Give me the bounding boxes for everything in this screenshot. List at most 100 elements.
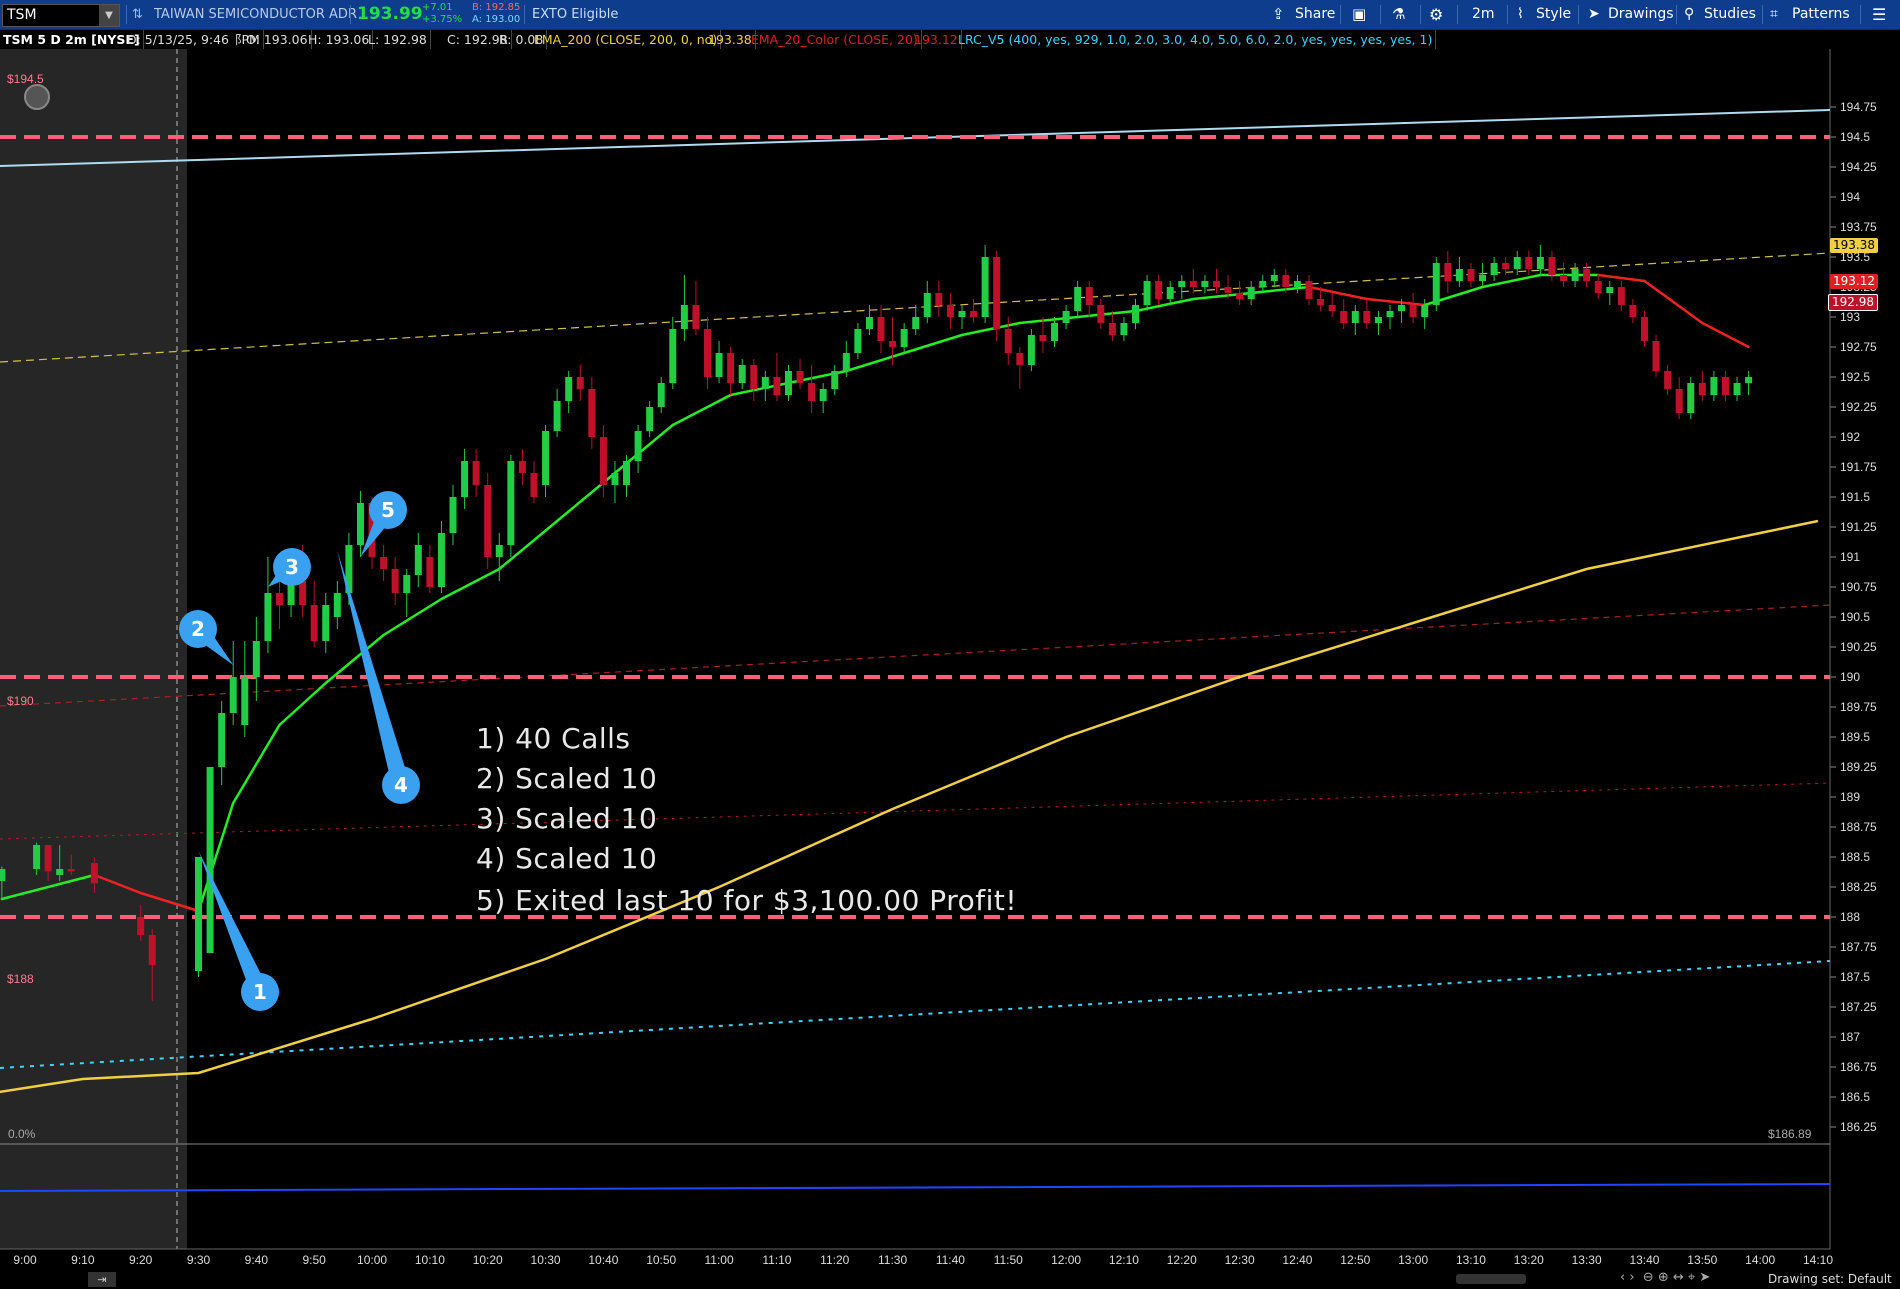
time-tick-label: 9:20 (129, 1253, 153, 1267)
candle-body (1560, 275, 1568, 281)
candle-body (588, 389, 596, 437)
exto-badge[interactable]: EXTO Eligible (532, 0, 618, 29)
gear-icon[interactable]: ⚙ (1429, 0, 1443, 29)
candle-body (391, 569, 399, 593)
candle-body (1178, 281, 1186, 287)
candle-body (796, 371, 804, 383)
horizontal-scrollbar[interactable] (1456, 1274, 1526, 1284)
candle-body (958, 311, 966, 317)
toolbar-divider (1507, 5, 1508, 24)
candle-body (195, 857, 203, 971)
bottom-bar: ⇥ ‹ › ⊖ ⊕ ↔ ⌖ ➤ Drawing set: Default (0, 1270, 1900, 1289)
candle-body (1120, 323, 1128, 335)
patterns-icon[interactable]: ⌗ (1770, 0, 1778, 29)
candle-body (599, 437, 607, 485)
candle-body (865, 317, 873, 329)
candle-body (1282, 275, 1290, 287)
price-tick-label: 188.25 (1840, 880, 1877, 894)
ema20-study[interactable]: EMA_20_Color (CLOSE, 20) (748, 30, 922, 49)
candle-body (299, 581, 307, 605)
symbol-dropdown-button[interactable]: ▼ (99, 5, 119, 26)
candle-body (1629, 305, 1637, 317)
bid-price: B: 192.85 (472, 2, 521, 13)
candle-body (1317, 299, 1325, 305)
candle (484, 473, 492, 569)
style-button[interactable]: Style (1536, 0, 1571, 29)
candle-body (1027, 335, 1035, 365)
price-chart[interactable]: 186.25 186.5 186.75 187 187.25 187.5 187.75 188… (0, 49, 1900, 1270)
change-pct: +3.75% (422, 14, 463, 25)
chart-title: TSM 5 D 2m [NYSE] (0, 30, 144, 49)
candle-body (1085, 287, 1093, 305)
drawing-set-label[interactable]: Drawing set: Default (1768, 1272, 1892, 1286)
candle-body (1594, 281, 1602, 293)
candle (1687, 377, 1695, 419)
candle-body (970, 311, 978, 317)
ask-price: A: 193.00 (472, 14, 521, 25)
alert-bell-icon[interactable] (24, 84, 50, 110)
candle-body (750, 365, 758, 389)
ema200-study[interactable]: EMA_200 (CLOSE, 200, 0, no) (531, 30, 722, 49)
candle-body (380, 557, 388, 569)
candle-body (808, 383, 816, 401)
level-label-190: $190 (7, 694, 34, 708)
candle-body (1432, 263, 1440, 305)
candle-body (553, 401, 561, 431)
annotation-line-2: 2) Scaled 10 (476, 762, 658, 795)
studies-icon[interactable]: ⚲ (1684, 0, 1694, 29)
timeframe-button[interactable]: 2m (1472, 0, 1495, 29)
price-tick-label: 189.25 (1840, 760, 1877, 774)
study-info-bar: TSM 5 D 2m [NYSE] D: 5/13/25, 9:46⻏PM O:… (0, 30, 1830, 49)
candle-body (1467, 269, 1475, 281)
candle-body (761, 377, 769, 389)
time-tick-label: 9:40 (245, 1253, 269, 1267)
candle-body (1479, 275, 1487, 281)
toolbar-divider (1340, 5, 1341, 24)
toolbar-divider (524, 5, 525, 24)
zoom-controls[interactable]: ‹ › ⊖ ⊕ ↔ ⌖ ➤ (1620, 1270, 1710, 1285)
candle-body (1502, 263, 1510, 269)
share-icon[interactable]: ⇪ (1272, 0, 1285, 29)
lrc-study[interactable]: LRC_V5 (400, yes, 929, 1.0, 2.0, 3.0, 4.… (955, 30, 1437, 49)
price-tick-label: 190.25 (1840, 640, 1877, 654)
screenshot-icon[interactable]: ▣ (1352, 0, 1366, 29)
candle-body (333, 593, 341, 617)
time-tick-label: 10:50 (646, 1253, 676, 1267)
candle-body (1305, 281, 1313, 299)
candle-body (1270, 275, 1278, 281)
menu-icon[interactable]: ☰ (1872, 0, 1886, 29)
share-button[interactable]: Share (1295, 0, 1335, 29)
candle-body (1201, 281, 1209, 287)
price-tick-label: 189.5 (1840, 730, 1870, 744)
drawings-button[interactable]: Drawings (1608, 0, 1674, 29)
ema20-price-tag: 193.12 (1830, 274, 1878, 289)
candle-body (1293, 281, 1301, 287)
pct-label: 0.0% (8, 1127, 36, 1141)
patterns-button[interactable]: Patterns (1792, 0, 1850, 29)
candle-body (1617, 287, 1625, 305)
style-icon[interactable]: ⌇ (1517, 0, 1524, 29)
flask-icon[interactable]: ⚗ (1392, 0, 1405, 29)
symbol-input[interactable]: TSM ▼ (2, 4, 120, 27)
bar-open: O: 193.06 (243, 30, 312, 49)
candle-body (495, 545, 503, 557)
time-tick-label: 13:40 (1629, 1253, 1659, 1267)
price-tick-label: 194.25 (1840, 160, 1877, 174)
candle-body (275, 593, 283, 605)
price-tick-label: 188.75 (1840, 820, 1877, 834)
candle-body (1455, 269, 1463, 281)
candle-body (1051, 323, 1059, 341)
studies-button[interactable]: Studies (1704, 0, 1756, 29)
candle-body (634, 431, 642, 461)
candle-body (1247, 287, 1255, 299)
cursor-icon[interactable]: ➤ (1588, 0, 1600, 29)
scroll-start-button[interactable]: ⇥ (88, 1272, 116, 1287)
marker-label: 4 (394, 773, 408, 797)
candle-body (1386, 311, 1394, 317)
candle-body (1074, 287, 1082, 311)
price-tick-label: 187.75 (1840, 940, 1877, 954)
candle-body (727, 353, 735, 383)
premarket-shading (0, 49, 187, 1249)
price-tick-label: 187 (1840, 1030, 1860, 1044)
link-icon[interactable]: ⇅ (132, 0, 143, 29)
